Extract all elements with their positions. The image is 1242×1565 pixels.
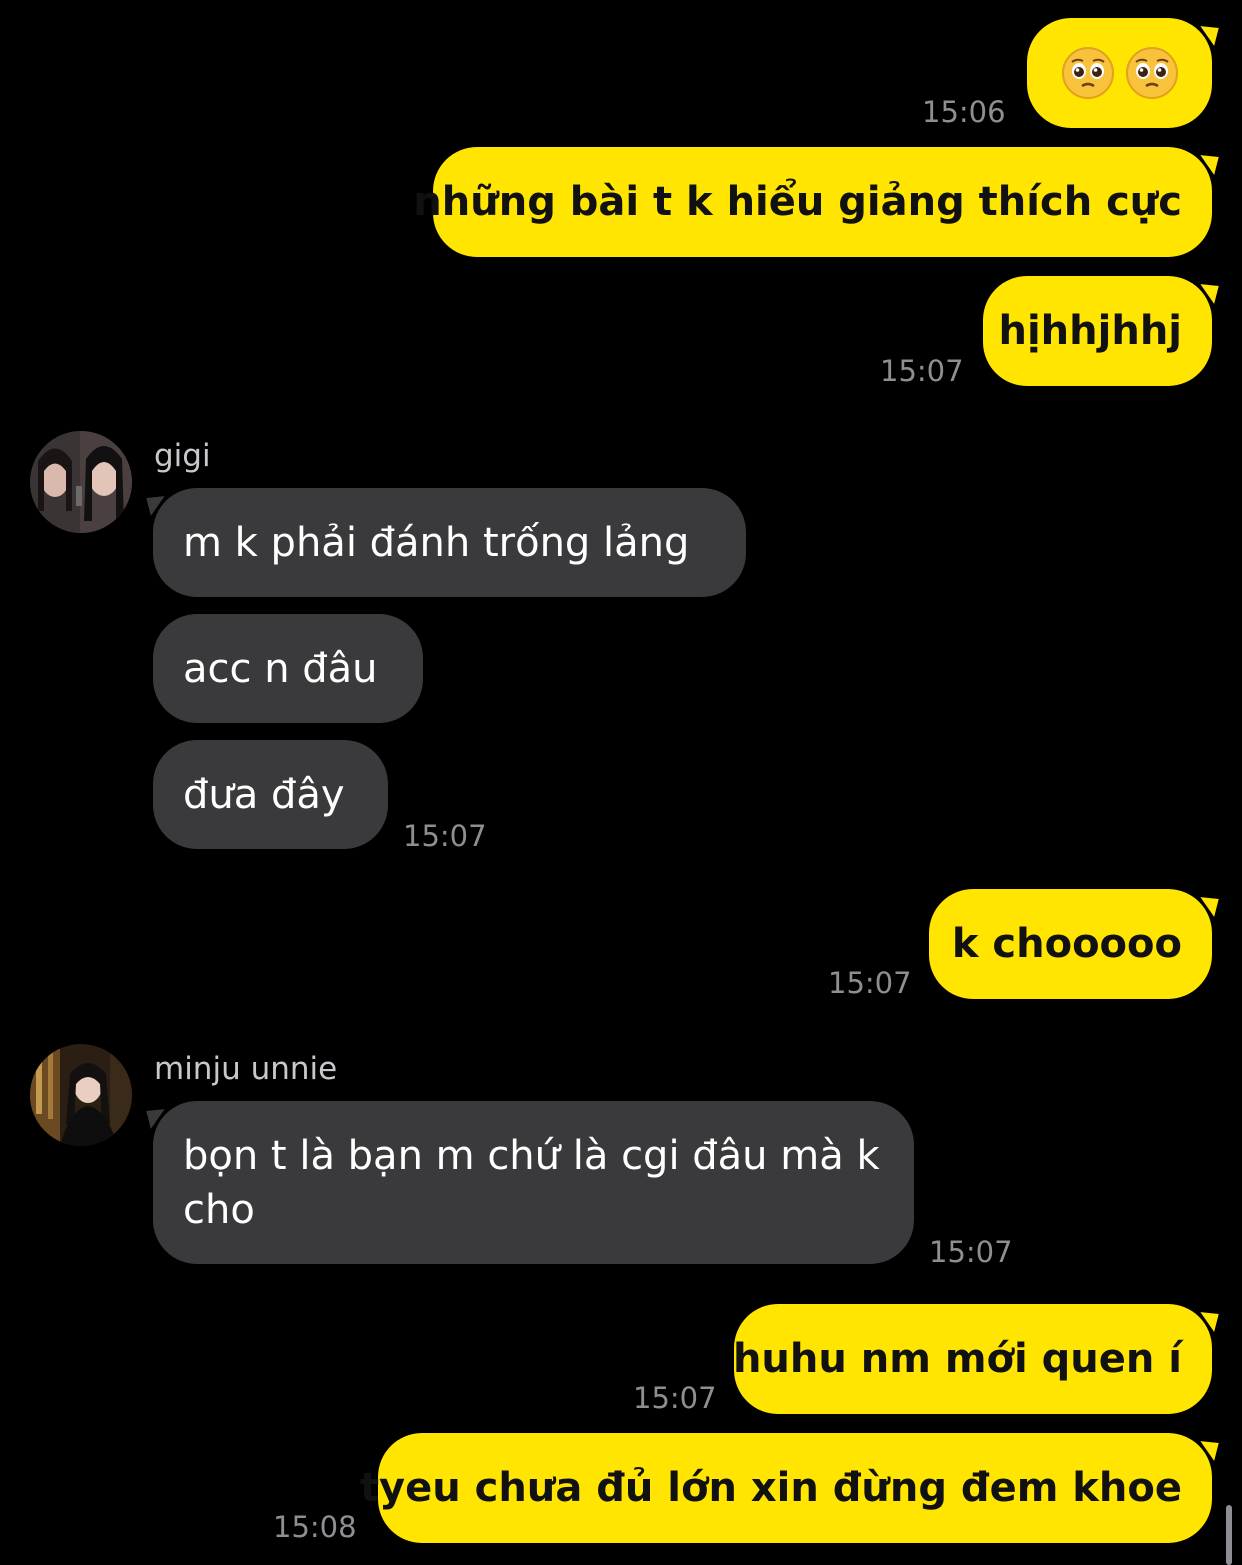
message-text: k chooooo [951,921,1182,967]
message-text: những bài t k hiểu giảng thích cực [413,179,1182,225]
message-timestamp: 15:06 [922,95,1006,129]
message-timestamp: 15:07 [633,1381,717,1415]
message-timestamp: 15:07 [828,966,912,1000]
incoming-message[interactable]: m k phải đánh trống lảng [153,488,746,597]
incoming-message[interactable]: acc n đâu [153,614,423,723]
avatar-image [30,1044,132,1146]
message-timestamp: 15:07 [880,354,964,388]
outgoing-message[interactable]: huhu nm mới quen í [732,1304,1212,1414]
outgoing-message[interactable]: hịhhjhhj [983,276,1212,386]
message-text: hịhhjhhj [998,308,1182,354]
message-text: tyeu chưa đủ lớn xin đừng đem khoe [359,1465,1182,1511]
message-timestamp: 15:08 [273,1510,357,1544]
incoming-message[interactable]: bọn t là bạn m chứ là cgi đâu mà k cho [153,1101,914,1264]
pleading-face-icon [1125,47,1178,99]
message-text: huhu nm mới quen í [732,1336,1182,1382]
chat-thread: 15:06 những bài t k hiểu giảng thích cực… [0,0,1242,1565]
message-timestamp: 15:07 [929,1235,1013,1269]
message-text: đưa đây [183,771,345,818]
outgoing-message[interactable]: những bài t k hiểu giảng thích cực [413,147,1212,257]
message-timestamp: 15:07 [403,819,487,853]
outgoing-message[interactable]: k chooooo [929,889,1212,999]
avatar-gigi[interactable] [30,431,132,533]
message-text: m k phải đánh trống lảng [183,519,690,566]
scrollbar[interactable] [1226,1505,1232,1565]
message-text: acc n đâu [183,645,378,692]
sender-name: gigi [154,438,211,474]
avatar-image [30,431,132,533]
outgoing-message[interactable]: tyeu chưa đủ lớn xin đừng đem khoe [360,1433,1212,1543]
incoming-message[interactable]: đưa đây [153,740,388,849]
message-text: bọn t là bạn m chứ là cgi đâu mà k cho [183,1133,880,1233]
avatar-minju-unnie[interactable] [30,1044,132,1146]
pleading-face-icon [1061,47,1114,99]
outgoing-message-emoji[interactable] [1027,18,1212,128]
sender-name: minju unnie [154,1051,338,1087]
